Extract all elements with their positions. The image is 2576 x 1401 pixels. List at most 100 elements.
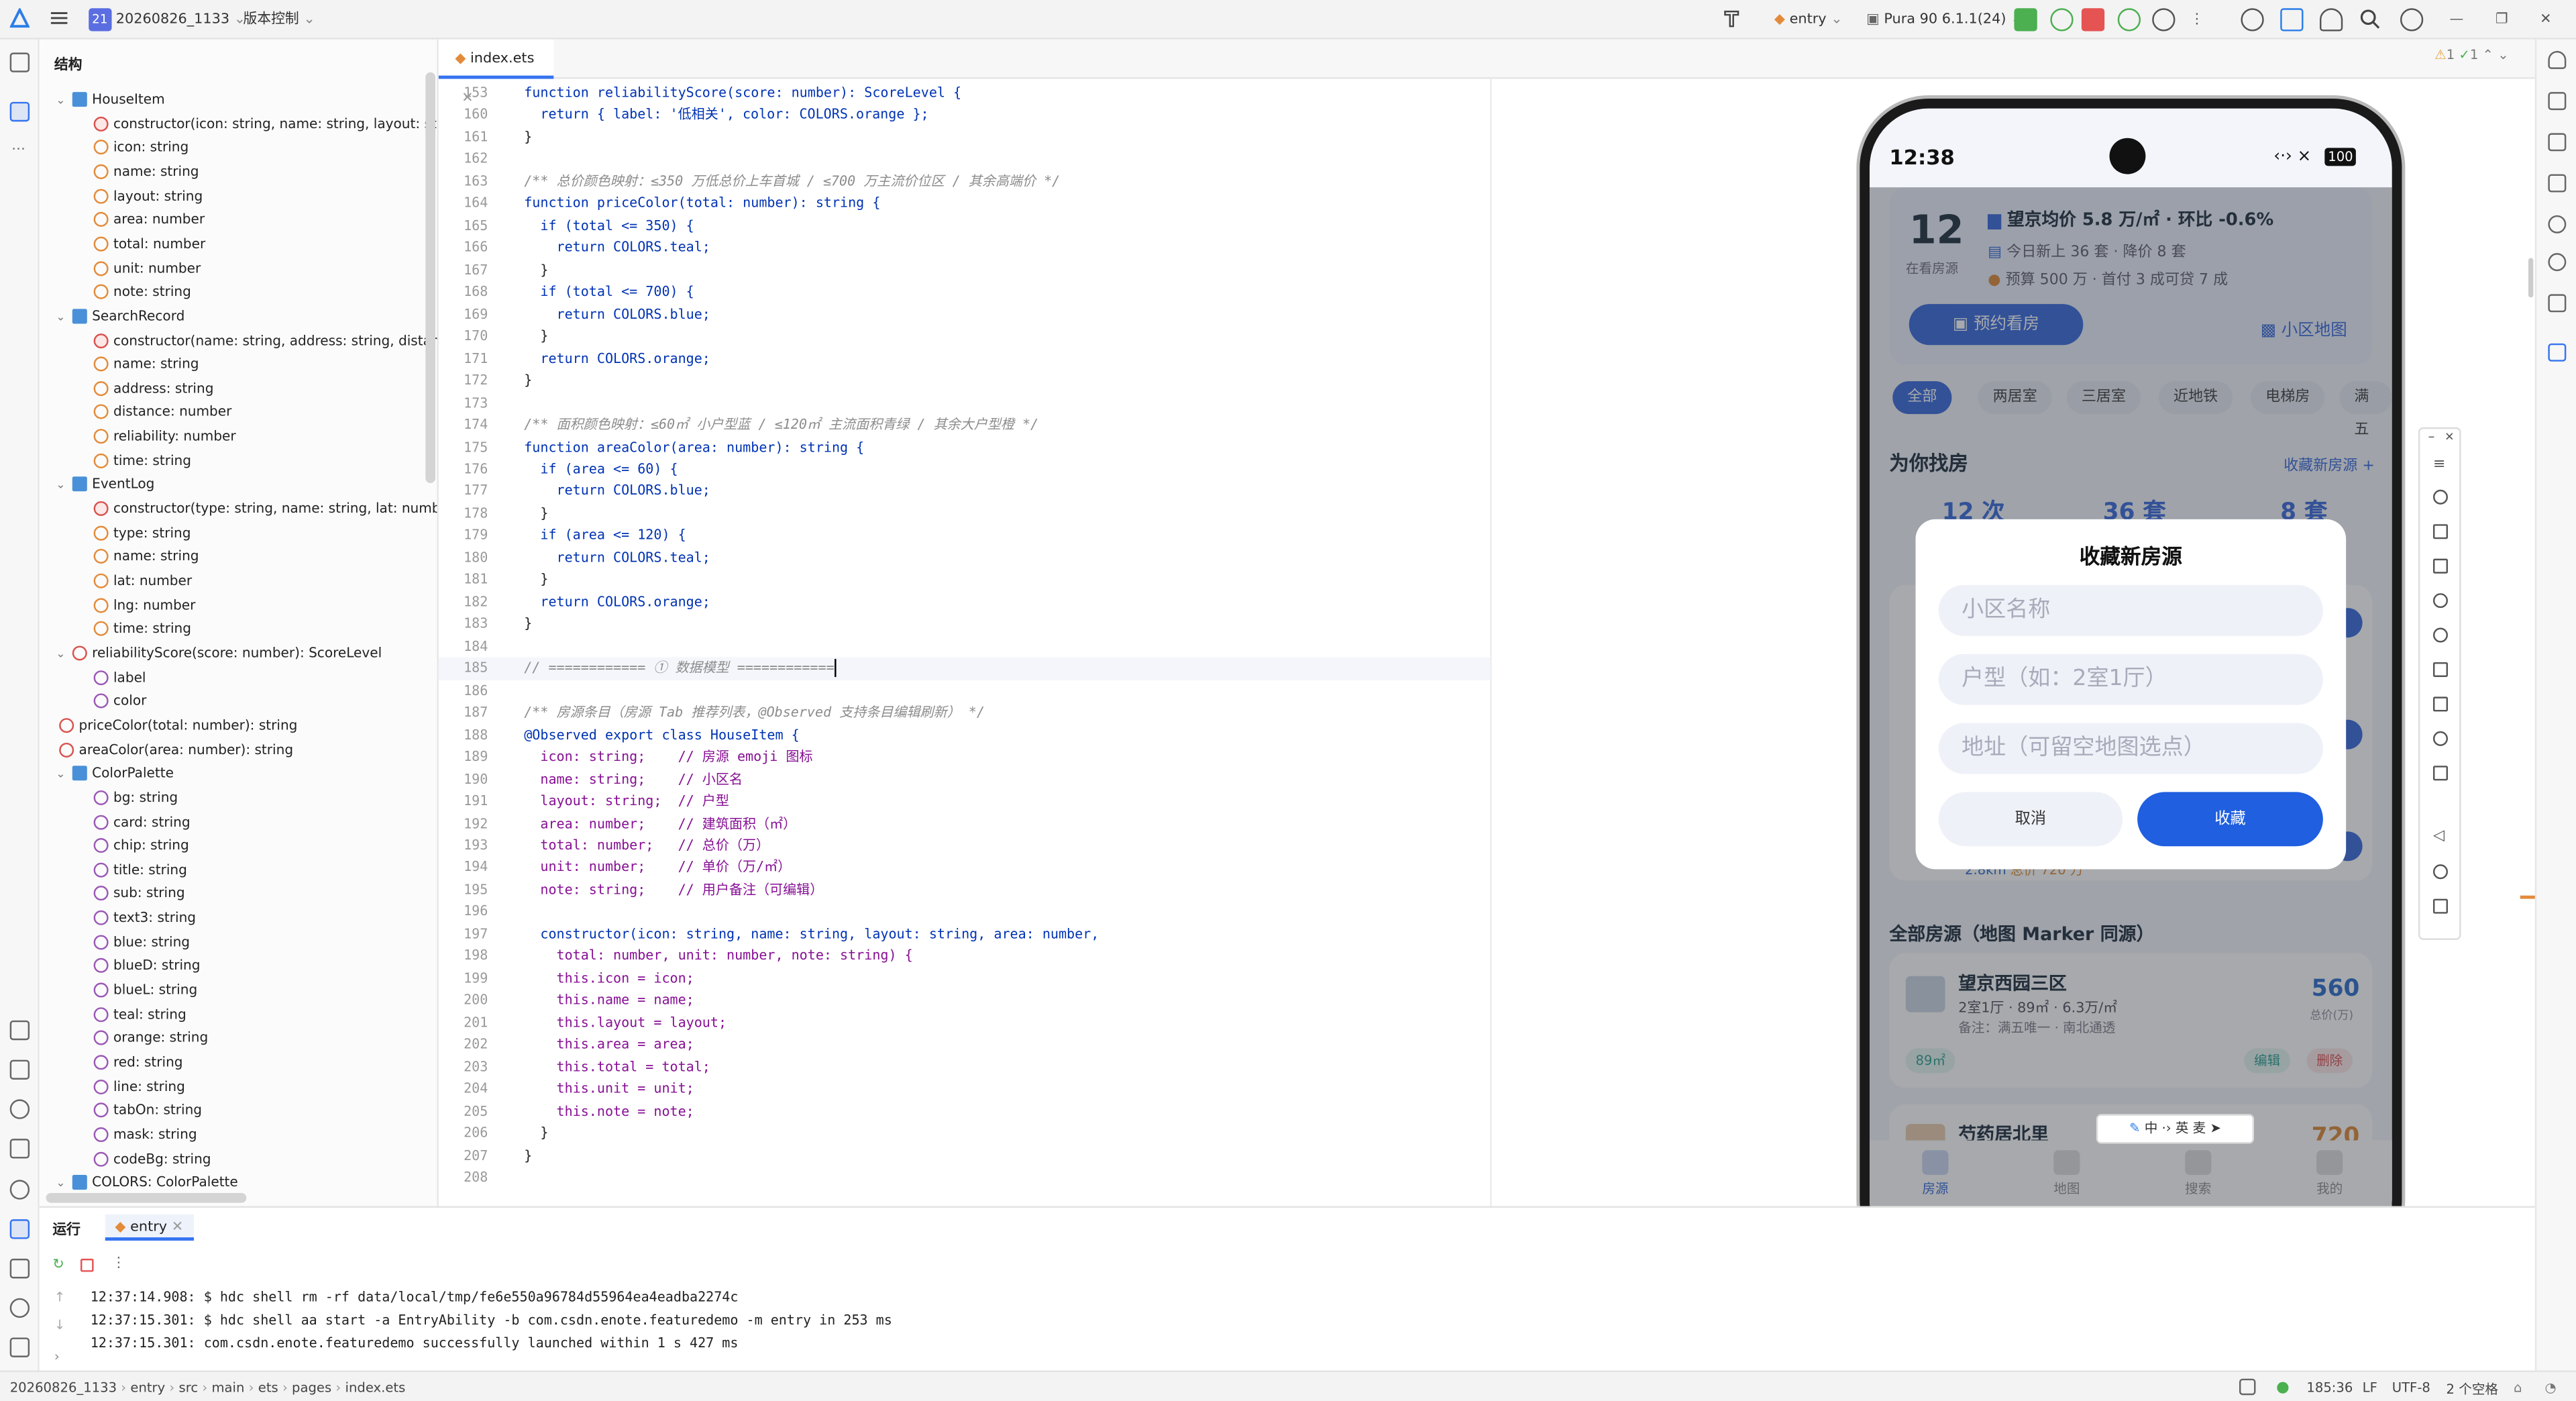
tree-item[interactable]: blue: string	[93, 930, 190, 954]
structure-view-icon[interactable]	[9, 101, 30, 122]
volume-down-icon[interactable]	[2432, 696, 2449, 712]
code-line[interactable]: 197 constructor(icon: string, name: stri…	[439, 923, 1490, 945]
tree-item[interactable]: red: string	[93, 1050, 183, 1074]
run-more-icon[interactable]: ⋮	[112, 1255, 126, 1272]
tree-item[interactable]: area: number	[93, 207, 205, 231]
run-icon[interactable]	[2014, 8, 2037, 32]
inspection-widget[interactable]: ⚠1 ✓1 ⌃ ⌄	[2434, 48, 2508, 62]
stop-icon[interactable]	[2081, 8, 2105, 32]
tree-hscrollbar[interactable]	[46, 1192, 247, 1203]
tree-item[interactable]: areaColor(area: number): string	[56, 737, 293, 761]
code-line[interactable]: 178 }	[439, 503, 1490, 525]
tree-item[interactable]: layout: string	[93, 183, 203, 207]
tree-item[interactable]: ⌄ EventLog	[56, 472, 154, 497]
run-tab-entry[interactable]: ◆ entry ✕	[105, 1214, 193, 1241]
tree-item[interactable]: mask: string	[93, 1123, 197, 1147]
breadcrumb-item[interactable]: src	[179, 1380, 199, 1395]
tree-item[interactable]: lat: number	[93, 568, 192, 592]
stop-run-icon[interactable]	[80, 1258, 94, 1272]
restart-icon[interactable]	[2117, 8, 2141, 32]
indent-setting[interactable]: 2 个空格	[2447, 1380, 2498, 1398]
tree-item[interactable]: title: string	[93, 858, 187, 882]
close-window-icon[interactable]: ✕	[2540, 8, 2551, 31]
code-line[interactable]: 206 }	[439, 1123, 1490, 1145]
shake-icon[interactable]	[2432, 731, 2449, 746]
code-line[interactable]: 174 /** 面积颜色映射：≤60㎡ 小户型蓝 / ≤120㎡ 主流面积青绿 /…	[439, 414, 1490, 436]
project-view-icon[interactable]	[9, 52, 30, 72]
code-line[interactable]: 169 return COLORS.blue;	[439, 303, 1490, 325]
code-line[interactable]: 173	[439, 392, 1490, 414]
tree-item[interactable]: codeBg: string	[93, 1146, 211, 1170]
file-encoding[interactable]: UTF-8	[2392, 1380, 2430, 1395]
code-line[interactable]: 186	[439, 680, 1490, 702]
rotate-right-icon[interactable]	[2432, 627, 2449, 643]
crop-icon[interactable]	[2432, 558, 2449, 574]
tree-item[interactable]: ⌄ SearchRecord	[56, 304, 184, 328]
tree-item[interactable]: time: string	[93, 617, 191, 641]
todo-icon[interactable]	[9, 1020, 30, 1041]
expand-arrow-icon[interactable]: ⌄	[56, 763, 72, 787]
code-line[interactable]: 167 }	[439, 259, 1490, 281]
debug-icon[interactable]	[2050, 8, 2074, 32]
code-line[interactable]: 161}	[439, 126, 1490, 148]
rotate-left-icon[interactable]	[2432, 593, 2449, 609]
tree-item[interactable]: name: string	[93, 544, 199, 568]
notifications-icon[interactable]	[2548, 50, 2567, 69]
code-line[interactable]: 170 }	[439, 325, 1490, 348]
breadcrumb-item[interactable]: index.ets	[345, 1380, 406, 1395]
tree-item[interactable]: distance: number	[93, 400, 231, 424]
search-icon[interactable]	[2359, 8, 2382, 31]
code-line[interactable]: 190 name: string; // 小区名	[439, 768, 1490, 790]
log-icon[interactable]	[9, 1059, 30, 1080]
expand-arrow-icon[interactable]: ⌄	[56, 474, 72, 498]
tree-item[interactable]: ⌄ HouseItem	[56, 87, 165, 111]
address-input[interactable]: 地址（可留空地图选点）	[1938, 723, 2323, 774]
community-name-input[interactable]: 小区名称	[1938, 584, 2323, 636]
device-selector[interactable]: ▣ Pura 90 6.1.1(24) ⌄	[1866, 8, 2023, 31]
toolbar-close-icon[interactable]: ✕	[2445, 431, 2454, 444]
code-line[interactable]: 199 this.icon = icon;	[439, 968, 1490, 990]
code-line[interactable]: 187 /** 房源条目（房源 Tab 推荐列表，@Observed 支持条目编辑…	[439, 702, 1490, 724]
code-line[interactable]: 184	[439, 635, 1490, 658]
code-line[interactable]: 202 this.area = area;	[439, 1034, 1490, 1056]
code-line[interactable]: 168 if (total <= 700) {	[439, 281, 1490, 303]
account-icon[interactable]	[2319, 8, 2343, 32]
code-line[interactable]: 180 return COLORS.teal;	[439, 547, 1490, 569]
more-tools-icon[interactable]: ⋯	[11, 142, 25, 158]
restore-icon[interactable]: ❐	[2496, 8, 2508, 31]
next-highlight-icon[interactable]: ⌄	[2493, 48, 2508, 62]
tree-item[interactable]: type: string	[93, 521, 191, 545]
prev-highlight-icon[interactable]: ⌃	[2483, 48, 2493, 62]
breadcrumb-item[interactable]: 20260826_1133	[10, 1380, 117, 1395]
more-icon[interactable]: ⋮	[2190, 8, 2204, 31]
tab-index-ets[interactable]: ◆ index.ets ✕	[438, 39, 554, 107]
code-line[interactable]: 185 // ============ ① 数据模型 ============	[438, 658, 1491, 680]
tree-item[interactable]: blueD: string	[93, 953, 200, 978]
main-menu-icon[interactable]	[49, 8, 72, 31]
code-line[interactable]: 164 function priceColor(total: number): s…	[439, 193, 1490, 215]
power-icon[interactable]	[2432, 489, 2449, 505]
code-line[interactable]: 153 function reliabilityScore(score: numb…	[439, 82, 1490, 104]
code-line[interactable]: 208	[439, 1167, 1490, 1189]
deveco-assistant-icon[interactable]	[2241, 8, 2264, 32]
code-line[interactable]: 179 if (area <= 120) {	[439, 525, 1490, 547]
caret-position[interactable]: 185:36	[2306, 1380, 2353, 1395]
code-line[interactable]: 183}	[439, 613, 1490, 635]
code-line[interactable]: 203 this.total = total;	[439, 1056, 1490, 1078]
breadcrumb-item[interactable]: ets	[258, 1380, 278, 1395]
settings-gear-icon[interactable]	[2400, 8, 2424, 32]
services-icon[interactable]	[9, 1180, 30, 1200]
expand-icon[interactable]: ›	[54, 1349, 60, 1364]
code-line[interactable]: 207}	[439, 1145, 1490, 1167]
hvigor-icon[interactable]	[2548, 92, 2567, 111]
tree-item[interactable]: sub: string	[93, 882, 185, 906]
profiler-icon[interactable]	[2152, 8, 2176, 32]
scroll-up-icon[interactable]: ↑	[54, 1290, 65, 1304]
tree-item[interactable]: reliability: number	[93, 424, 236, 448]
breadcrumb-item[interactable]: pages	[292, 1380, 331, 1395]
code-line[interactable]: 196	[439, 901, 1490, 923]
toolbar-menu-icon[interactable]: ≡	[2433, 457, 2445, 473]
tree-item[interactable]: unit: number	[93, 256, 201, 280]
ime-key[interactable]: 麦	[2193, 1121, 2206, 1135]
ime-key[interactable]: 英	[2176, 1121, 2189, 1135]
